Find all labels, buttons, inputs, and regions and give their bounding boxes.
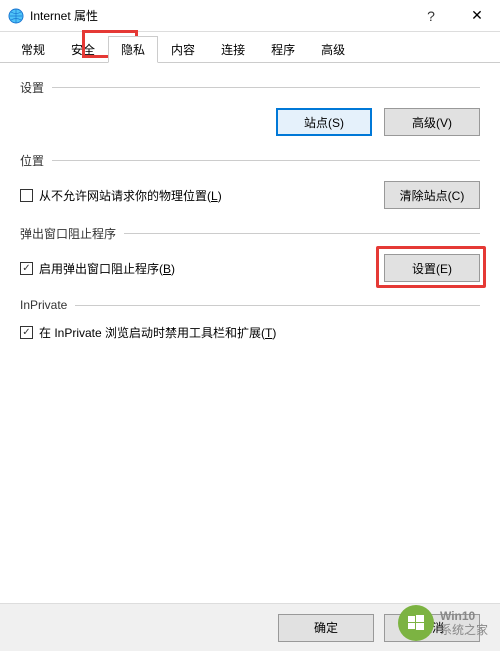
watermark: Win10 系统之家: [398, 605, 488, 641]
popup-checkbox-label: 启用弹出窗口阻止程序(B): [39, 260, 175, 277]
section-inprivate-label: InPrivate: [20, 298, 67, 312]
inprivate-checkbox-row[interactable]: 在 InPrivate 浏览启动时禁用工具栏和扩展(T): [20, 324, 276, 341]
help-button[interactable]: ?: [408, 0, 454, 32]
section-location: 位置: [20, 152, 480, 169]
inprivate-checkbox-label: 在 InPrivate 浏览启动时禁用工具栏和扩展(T): [39, 324, 276, 341]
watermark-text: Win10 系统之家: [440, 609, 488, 638]
inprivate-row: 在 InPrivate 浏览启动时禁用工具栏和扩展(T): [20, 324, 480, 341]
popup-settings-button[interactable]: 设置(E): [384, 254, 480, 282]
tab-connections[interactable]: 连接: [208, 36, 258, 62]
divider: [75, 305, 480, 306]
tab-programs[interactable]: 程序: [258, 36, 308, 62]
section-inprivate: InPrivate: [20, 298, 480, 312]
tab-general[interactable]: 常规: [8, 36, 58, 62]
advanced-button[interactable]: 高级(V): [384, 108, 480, 136]
location-row: 从不允许网站请求你的物理位置(L) 清除站点(C): [20, 181, 480, 209]
inprivate-checkbox[interactable]: [20, 326, 33, 339]
settings-button-row: 站点(S) 高级(V): [20, 108, 480, 136]
sites-button[interactable]: 站点(S): [276, 108, 372, 136]
tab-privacy[interactable]: 隐私: [108, 36, 158, 63]
divider: [124, 233, 480, 234]
divider: [52, 160, 480, 161]
popup-checkbox-row[interactable]: 启用弹出窗口阻止程序(B): [20, 260, 175, 277]
divider: [52, 87, 480, 88]
location-checkbox-label: 从不允许网站请求你的物理位置(L): [39, 187, 222, 204]
tab-advanced[interactable]: 高级: [308, 36, 358, 62]
section-location-label: 位置: [20, 152, 44, 169]
tab-content[interactable]: 内容: [158, 36, 208, 62]
location-checkbox[interactable]: [20, 189, 33, 202]
section-settings: 设置: [20, 79, 480, 96]
section-popup-label: 弹出窗口阻止程序: [20, 225, 116, 242]
section-settings-label: 设置: [20, 79, 44, 96]
popup-row: 启用弹出窗口阻止程序(B) 设置(E): [20, 254, 480, 282]
internet-options-icon: [8, 8, 24, 24]
popup-checkbox[interactable]: [20, 262, 33, 275]
watermark-logo: [398, 605, 434, 641]
location-checkbox-row[interactable]: 从不允许网站请求你的物理位置(L): [20, 187, 222, 204]
section-popup: 弹出窗口阻止程序: [20, 225, 480, 242]
close-button[interactable]: ✕: [454, 0, 500, 32]
window-title: Internet 属性: [30, 7, 408, 24]
titlebar: Internet 属性 ? ✕: [0, 0, 500, 32]
content-pane: 设置 站点(S) 高级(V) 位置 从不允许网站请求你的物理位置(L) 清除站点…: [0, 63, 500, 365]
tab-security[interactable]: 安全: [58, 36, 108, 62]
tab-strip: 常规 安全 隐私 内容 连接 程序 高级: [0, 32, 500, 63]
ok-button[interactable]: 确定: [278, 614, 374, 642]
clear-sites-button[interactable]: 清除站点(C): [384, 181, 480, 209]
